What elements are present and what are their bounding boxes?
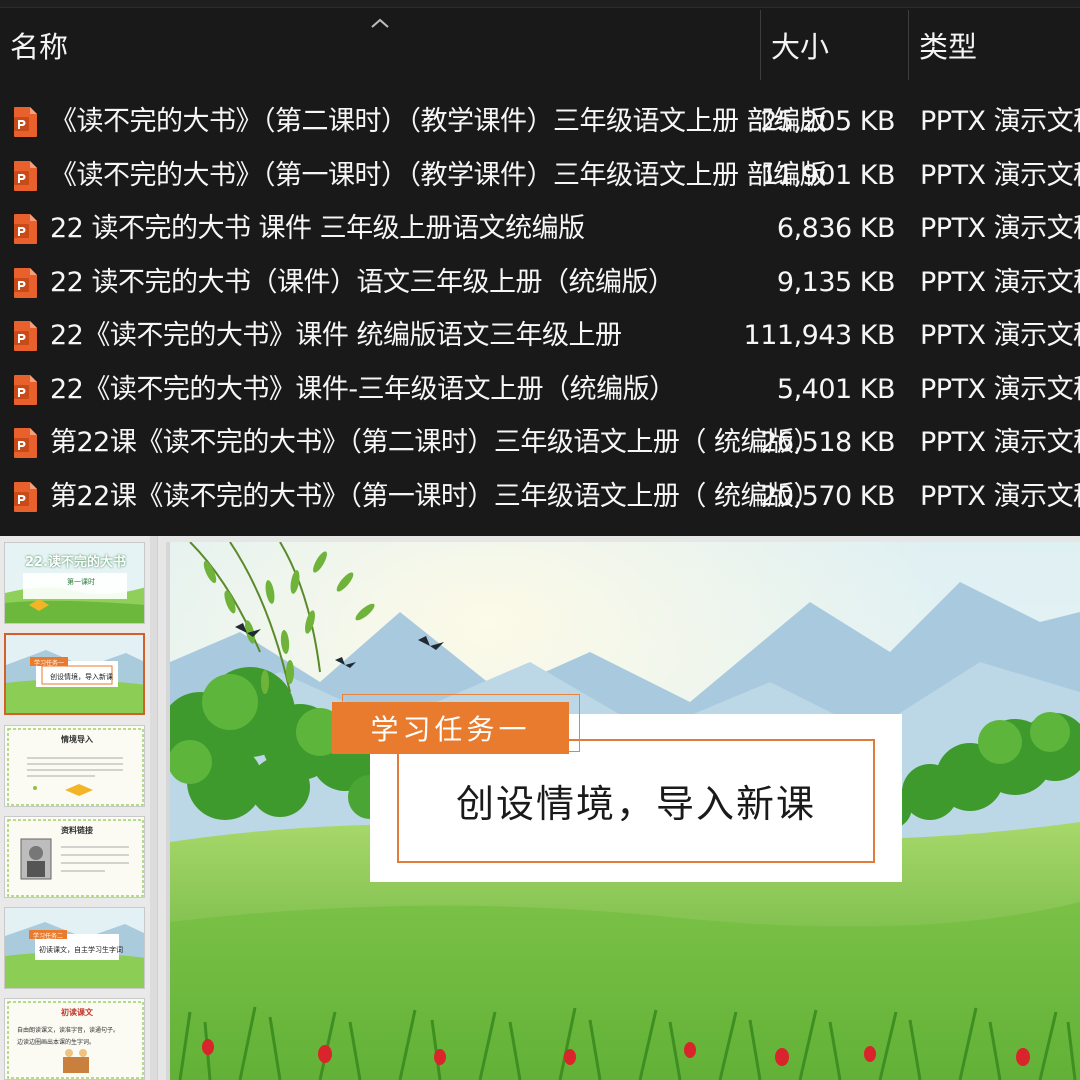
thumbnail-title: 资料链接: [61, 826, 93, 835]
thumbnail-title: 22.读不完的大书: [25, 555, 127, 570]
file-size: 26,518 KB: [760, 427, 895, 458]
pptx-file-icon: [14, 161, 37, 191]
file-name: 22 读不完的大书 课件 三年级上册语文统编版: [50, 213, 585, 244]
file-type: PPTX 演示文稿: [920, 267, 1080, 298]
file-row[interactable]: 22 读不完的大书 课件 三年级上册语文统编版 6,836 KB PPTX 演示…: [0, 202, 1080, 256]
thumbnail-title: 情境导入: [61, 735, 93, 744]
thumbnail-scrollbar[interactable]: [150, 536, 157, 1080]
column-header-type[interactable]: 类型: [909, 10, 1080, 80]
pptx-file-icon: [14, 214, 37, 244]
task-tag: 学习任务一: [332, 702, 569, 754]
pptx-file-icon: [14, 321, 37, 351]
slide-thumbnail-2[interactable]: 学习任务一 创设情境，导入新课: [4, 633, 145, 715]
column-header-size[interactable]: 大小: [761, 10, 908, 80]
thumbnail-tag: 学习任务二: [33, 933, 64, 940]
explorer-top-edge: [0, 0, 1080, 8]
file-name: 《读不完的大书》（第二课时）（教学课件）三年级语文上册 部编版: [50, 106, 827, 137]
file-size: 6,836 KB: [776, 213, 896, 244]
file-name: 22《读不完的大书》课件 统编版语文三年级上册: [50, 320, 622, 351]
file-size: 111,943 KB: [743, 320, 896, 351]
current-slide[interactable]: 创设情境，导入新课 学习任务一: [170, 542, 1080, 1080]
file-row[interactable]: 《读不完的大书》（第一课时）（教学课件）三年级语文上册 部编版 11,901 K…: [0, 149, 1080, 203]
presentation-editor: 22.读不完的大书 第一课时 学习任务一 创设情境，导入新课 情境导入 资料链接…: [0, 536, 1080, 1080]
file-size: 11,901 KB: [760, 160, 895, 191]
file-row[interactable]: 22《读不完的大书》课件-三年级语文上册（统编版） 5,401 KB PPTX …: [0, 363, 1080, 417]
file-row[interactable]: 第22课《读不完的大书》（第一课时）三年级语文上册（ 统编版） 20,570 K…: [0, 470, 1080, 524]
file-explorer: 名称 大小 类型 《读不完的大书》（第二课时）（教学课件）三年级语文上册 部编版…: [0, 0, 1080, 536]
column-header-size-label: 大小: [771, 30, 830, 64]
slide-thumbnail-5[interactable]: 学习任务二 初读课文，自主学习生字词: [4, 907, 145, 989]
column-header-name-label: 名称: [10, 30, 69, 64]
slide-thumbnail-6[interactable]: 初读课文 自由朗读课文，读准字音，读通句子。 边读边圈画出本课的生字词。: [4, 998, 145, 1080]
file-name: 《读不完的大书》（第一课时）（教学课件）三年级语文上册 部编版: [50, 160, 827, 191]
file-row[interactable]: 22《读不完的大书》课件 统编版语文三年级上册 111,943 KB PPTX …: [0, 309, 1080, 363]
thumbnail-text: 创设情境，导入新课: [50, 673, 113, 681]
file-size: 20,570 KB: [760, 481, 895, 512]
file-type: PPTX 演示文稿: [920, 160, 1080, 191]
pptx-file-icon: [14, 482, 37, 512]
thumbnail-text: 初读课文，自主学习生字词: [39, 946, 123, 954]
pptx-file-icon: [14, 268, 37, 298]
file-type: PPTX 演示文稿: [920, 213, 1080, 244]
pptx-file-icon: [14, 428, 37, 458]
slide-canvas: 创设情境，导入新课 学习任务一: [166, 542, 1080, 1080]
pptx-file-icon: [14, 375, 37, 405]
thumbnail-subtitle: 第一课时: [67, 578, 95, 586]
file-name: 第22课《读不完的大书》（第一课时）三年级语文上册（ 统编版）: [50, 481, 820, 512]
file-row[interactable]: 第22课《读不完的大书》（第二课时）三年级语文上册（ 统编版） 26,518 K…: [0, 416, 1080, 470]
thumbnail-text: 自由朗读课文，读准字音，读通句子。: [17, 1027, 120, 1034]
thumbnail-text-2: 边读边圈画出本课的生字词。: [17, 1039, 96, 1046]
file-type: PPTX 演示文稿: [920, 481, 1080, 512]
file-size: 5,401 KB: [776, 374, 896, 405]
file-type: PPTX 演示文稿: [920, 106, 1080, 137]
slide-thumbnail-panel: 22.读不完的大书 第一课时 学习任务一 创设情境，导入新课 情境导入 资料链接…: [0, 536, 158, 1080]
thumbnail-tag: 学习任务一: [34, 660, 65, 667]
slide-thumbnail-1[interactable]: 22.读不完的大书 第一课时: [4, 542, 145, 624]
file-type: PPTX 演示文稿: [920, 320, 1080, 351]
file-row[interactable]: 《读不完的大书》（第二课时）（教学课件）三年级语文上册 部编版 25,205 K…: [0, 95, 1080, 149]
file-row[interactable]: 22 读不完的大书（课件）语文三年级上册（统编版） 9,135 KB PPTX …: [0, 256, 1080, 310]
slide-title: 创设情境，导入新课: [455, 781, 816, 826]
pptx-file-icon: [14, 107, 37, 137]
file-size: 25,205 KB: [760, 106, 895, 137]
file-type: PPTX 演示文稿: [920, 374, 1080, 405]
column-header-row: 名称 大小 类型: [0, 10, 1080, 80]
sort-ascending-caret-icon: [371, 18, 389, 28]
file-name: 第22课《读不完的大书》（第二课时）三年级语文上册（ 统编版）: [50, 427, 820, 458]
file-name: 22 读不完的大书（课件）语文三年级上册（统编版）: [50, 267, 675, 298]
file-size: 9,135 KB: [776, 267, 896, 298]
column-header-type-label: 类型: [919, 30, 978, 64]
slide-thumbnail-4[interactable]: 资料链接: [4, 816, 145, 898]
slide-thumbnail-3[interactable]: 情境导入: [4, 725, 145, 807]
thumbnail-title: 初读课文: [61, 1008, 93, 1017]
file-name: 22《读不完的大书》课件-三年级语文上册（统编版）: [50, 374, 676, 405]
file-type: PPTX 演示文稿: [920, 427, 1080, 458]
